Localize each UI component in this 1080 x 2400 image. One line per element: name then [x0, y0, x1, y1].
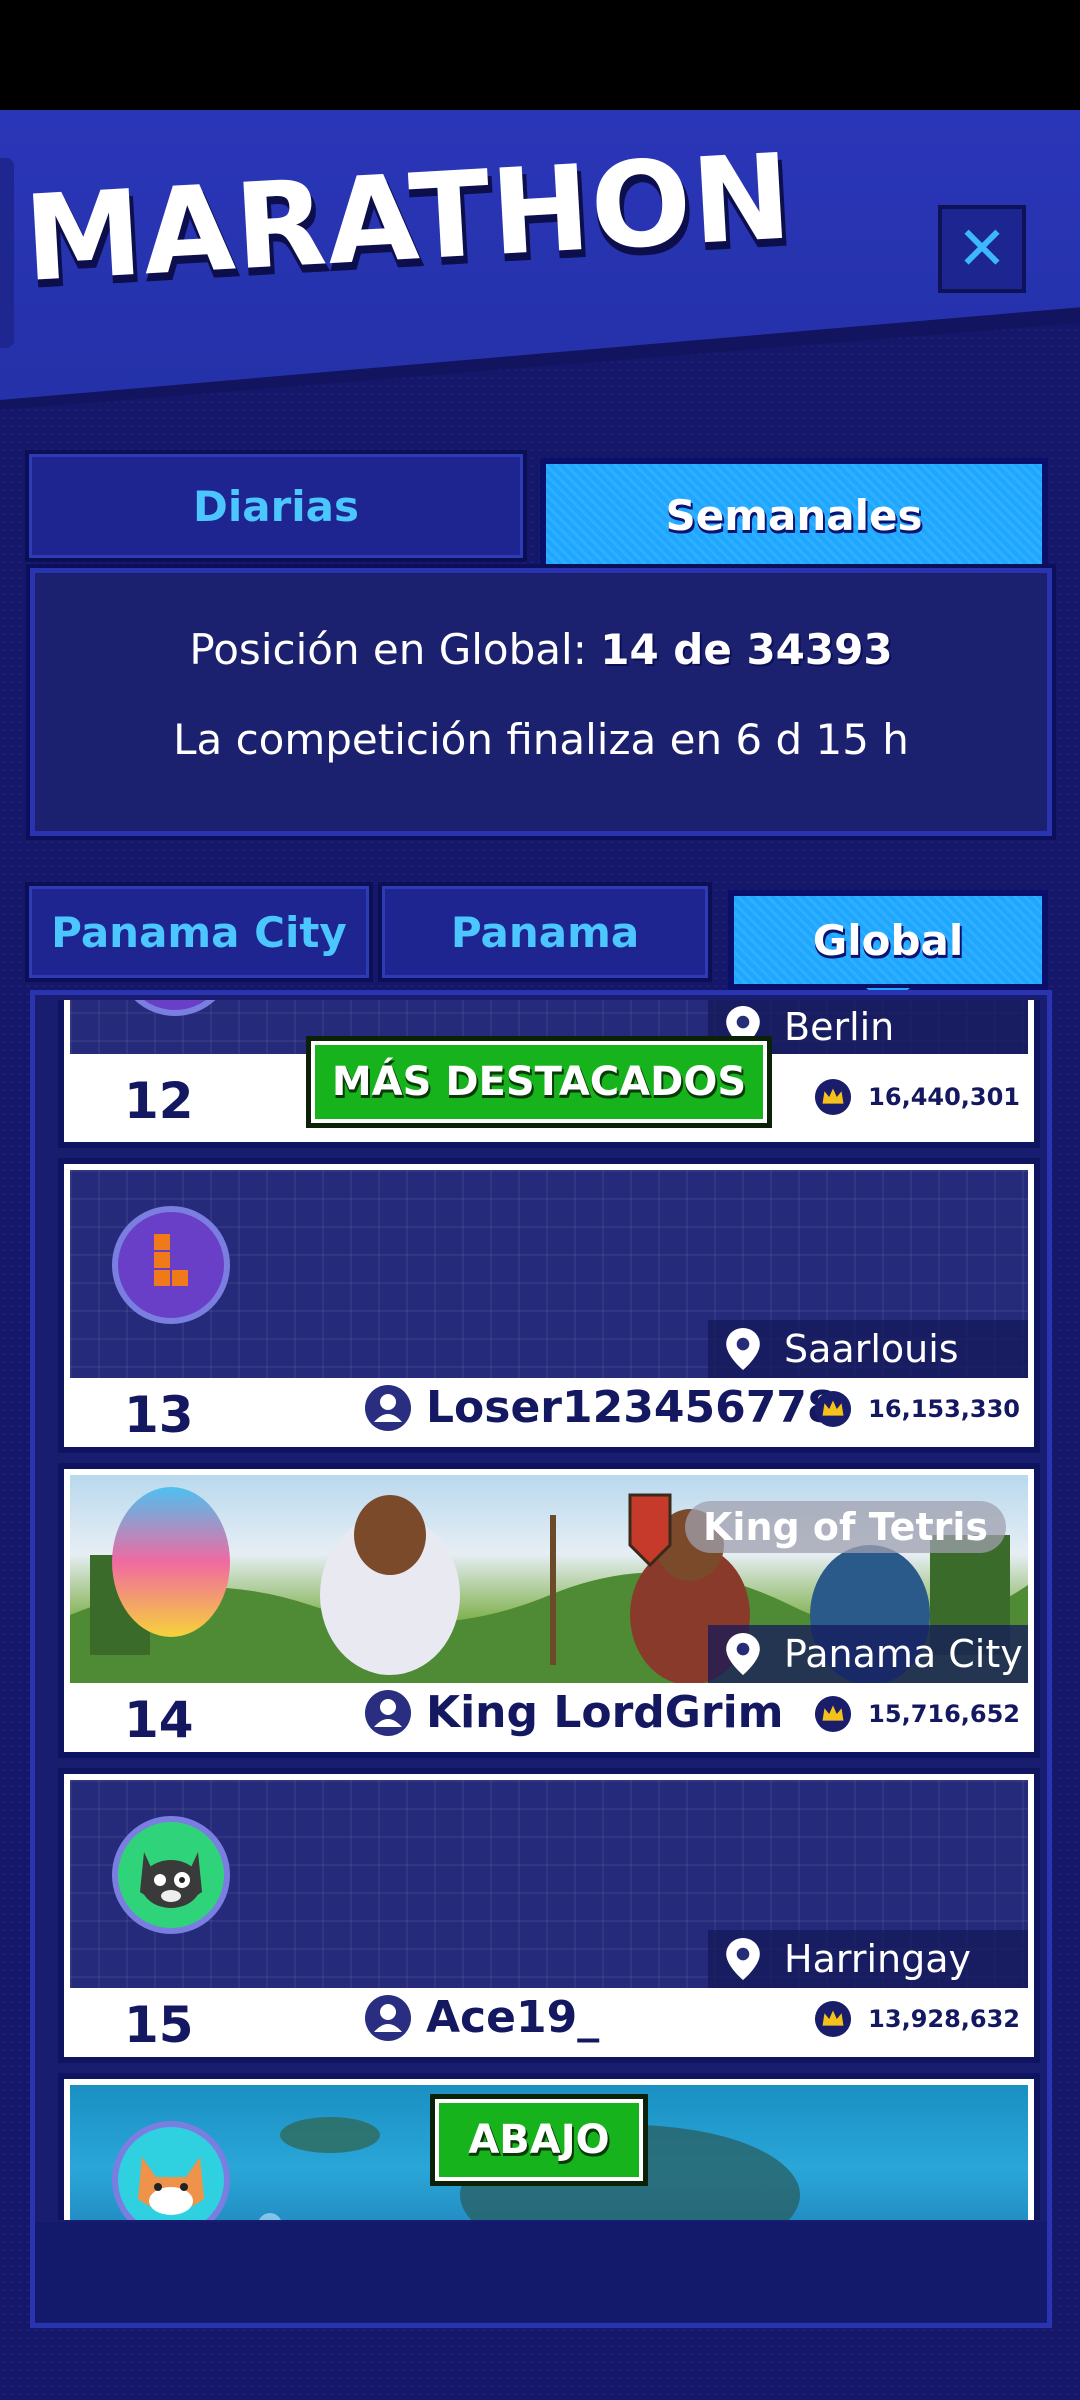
avatar [112, 1816, 230, 1934]
player-banner: Saarlouis [70, 1170, 1028, 1378]
score: 16,440,301 [814, 1078, 1020, 1116]
tab-global-label: Global [812, 915, 964, 965]
player-name: Loser123456778 [364, 1382, 838, 1433]
tetromino-l-icon [154, 1234, 188, 1286]
tab-weekly[interactable]: Semanales [540, 458, 1048, 572]
score: 15,716,652 [814, 1695, 1020, 1733]
egg-avatar [112, 1487, 230, 1637]
bottom-panel [35, 2222, 1047, 2322]
crown-icon [815, 1078, 852, 1116]
close-icon: ✕ [956, 214, 1008, 284]
avatar [112, 1206, 230, 1324]
crown-icon [815, 1695, 852, 1733]
location-pin-icon [726, 1938, 760, 1980]
user-icon [365, 1384, 411, 1431]
user-icon [365, 1689, 411, 1736]
score-value: 16,440,301 [868, 1083, 1020, 1111]
location-strip: Harringay [708, 1930, 1028, 1988]
crown-icon [815, 2000, 852, 2038]
global-position-label: Posición en Global: [189, 625, 587, 674]
location-name: Panama City [784, 1632, 1023, 1676]
cat-icon [140, 1852, 202, 1908]
status-bar [0, 0, 1080, 110]
tab-daily-label: Diarias [192, 481, 360, 531]
tab-global[interactable]: Global [728, 890, 1048, 990]
tab-panama[interactable]: Panama [378, 882, 712, 982]
location-name: Harringay [784, 1937, 971, 1981]
player-name-text: Loser123456778 [426, 1382, 838, 1433]
tab-weekly-label: Semanales [665, 490, 923, 540]
location-strip: Saarlouis [708, 1320, 1028, 1378]
score: 13,928,632 [814, 2000, 1020, 2038]
score-value: 15,716,652 [868, 1700, 1020, 1728]
avatar [116, 1000, 234, 1016]
rank-number: 15 [124, 1996, 194, 2054]
rank-number: 14 [124, 1691, 194, 1749]
location-strip: Panama City [708, 1625, 1028, 1683]
player-name: King LordGrim [364, 1687, 784, 1738]
rank-number: 13 [124, 1386, 194, 1444]
tab-daily[interactable]: Diarias [25, 450, 527, 562]
leaderboard-row[interactable]: Saarlouis 13 Loser123456778 16,153,330 [58, 1158, 1040, 1453]
rank-number: 12 [124, 1072, 194, 1130]
player-name-text: King LordGrim [426, 1687, 784, 1738]
global-position: Posición en Global: 14 de 34393 [35, 625, 1047, 674]
highlights-button[interactable]: MÁS DESTACADOS [306, 1036, 772, 1128]
score-value: 16,153,330 [868, 1395, 1020, 1423]
player-name: Ace19_ [364, 1992, 599, 2043]
crown-icon [815, 1390, 852, 1428]
tab-panama-city-label: Panama City [51, 907, 347, 957]
shiba-icon [138, 2157, 204, 2215]
leaderboard-row[interactable]: Harringay 15 Ace19_ 13,928,632 [58, 1768, 1040, 2063]
competition-ends: La competición finaliza en 6 d 15 h [173, 715, 909, 764]
close-button[interactable]: ✕ [938, 205, 1026, 293]
global-position-value: 14 de 34393 [600, 625, 893, 674]
leaderboard-list[interactable]: Berlin 12 16,440,301 Saarlouis 13 Loser1… [58, 1000, 1043, 2220]
title-tag: King of Tetris [684, 1501, 1006, 1553]
score: 16,153,330 [814, 1390, 1020, 1428]
score-value: 13,928,632 [868, 2005, 1020, 2033]
tab-panama-label: Panama [450, 907, 640, 957]
tab-panama-city[interactable]: Panama City [25, 882, 373, 982]
location-name: Berlin [784, 1005, 895, 1049]
leaderboard-row[interactable]: King of Tetris Panama City 14 King LordG… [58, 1463, 1040, 1758]
player-banner: King of Tetris Panama City [70, 1475, 1028, 1683]
rank-info-panel: Posición en Global: 14 de 34393 La compe… [30, 568, 1052, 836]
user-icon [365, 1994, 411, 2041]
scroll-down-button[interactable]: ABAJO [430, 2094, 648, 2186]
player-name-text: Ace19_ [426, 1992, 600, 2043]
side-tab[interactable] [0, 158, 14, 348]
location-pin-icon [726, 1633, 760, 1675]
location-pin-icon [726, 1328, 760, 1370]
player-banner: Harringay [70, 1780, 1028, 1988]
location-name: Saarlouis [784, 1327, 959, 1371]
